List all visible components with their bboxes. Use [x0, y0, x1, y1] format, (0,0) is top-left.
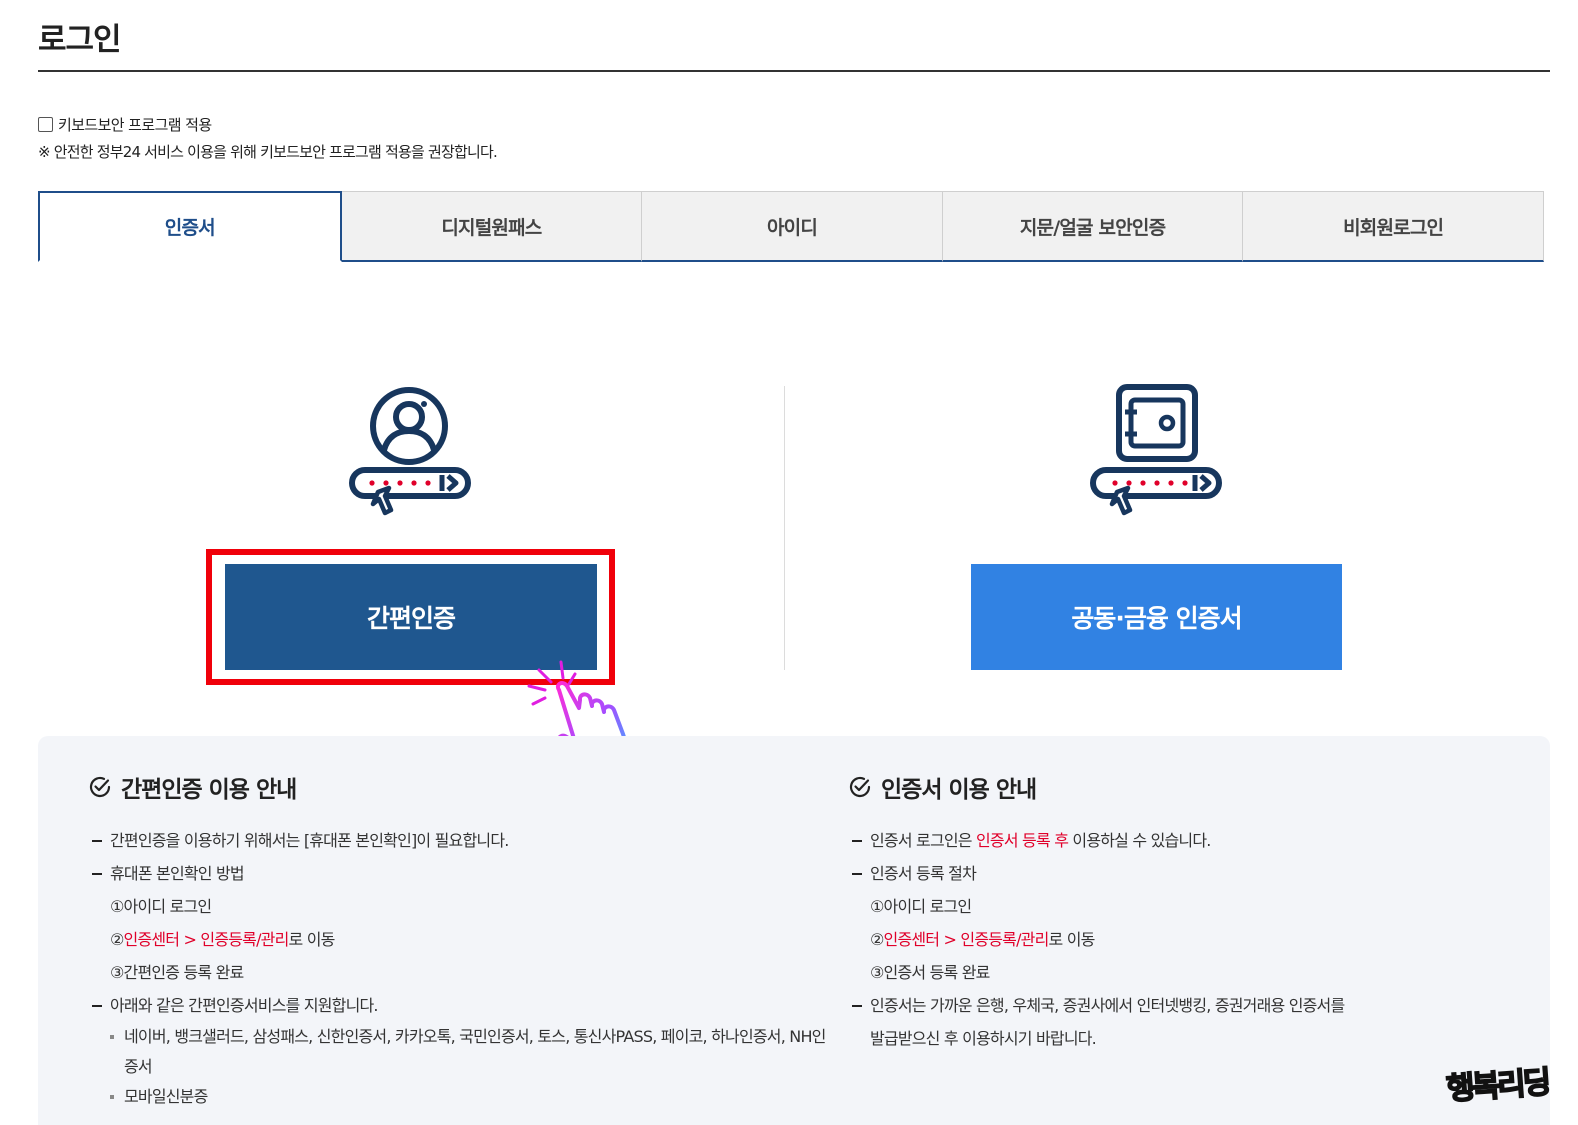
guide-title-text: 인증서 이용 안내	[881, 777, 1037, 803]
list-step: ①아이디 로그인	[870, 897, 972, 916]
list-item: 간편인증을 이용하기 위해서는 [휴대폰 본인확인]이 필요합니다.	[88, 824, 828, 857]
tab-certificate[interactable]: 인증서	[38, 191, 342, 262]
certificate-guide: 인증서 이용 안내 인증서 로그인은 인증서 등록 후 이용하실 수 있습니다.…	[848, 770, 1528, 1055]
certificate-guide-list: 인증서 로그인은 인증서 등록 후 이용하실 수 있습니다. 인증서 등록 절차…	[848, 824, 1528, 1055]
auth-center-link[interactable]: 인증센터 > 인증등록/관리	[884, 930, 1050, 949]
list-item-continued: 발급받으신 후 이용하시기 바랍니다.	[870, 1029, 1097, 1048]
keyboard-security-checkbox[interactable]	[38, 117, 53, 132]
list-bullet: 네이버, 뱅크샐러드, 삼성패스, 신한인증서, 카카오톡, 국민인증서, 토스…	[88, 1022, 828, 1052]
step-suffix: 로 이동	[288, 930, 336, 949]
simple-auth-guide-title: 간편인증 이용 안내	[88, 770, 828, 804]
item-suffix: 이용하실 수 있습니다.	[1068, 831, 1211, 850]
tab-biometric[interactable]: 지문/얼굴 보안인증	[942, 191, 1244, 262]
list-item: 휴대폰 본인확인 방법	[88, 857, 828, 890]
page-title: 로그인	[38, 22, 122, 58]
item-highlight: 인증서 등록 후	[976, 831, 1069, 850]
tab-non-member[interactable]: 비회원로그인	[1243, 191, 1544, 262]
simple-auth-guide: 간편인증 이용 안내 간편인증을 이용하기 위해서는 [휴대폰 본인확인]이 필…	[88, 770, 828, 1112]
login-method-tabs: 인증서 디지털원패스 아이디 지문/얼굴 보안인증 비회원로그인	[38, 191, 1544, 262]
certificate-guide-title: 인증서 이용 안내	[848, 770, 1528, 804]
step-suffix: 로 이동	[1048, 930, 1096, 949]
keyboard-security-option[interactable]: 키보드보안 프로그램 적용	[38, 114, 212, 135]
list-item: 인증서 등록 절차	[848, 857, 1528, 890]
list-step: ②인증센터 > 인증등록/관리로 이동	[848, 923, 1528, 956]
certificate-button[interactable]: 공동·금융 인증서	[971, 564, 1342, 670]
auth-center-link[interactable]: 인증센터 > 인증등록/관리	[124, 930, 290, 949]
keyboard-security-label[interactable]: 키보드보안 프로그램 적용	[58, 114, 212, 135]
tab-digital-onepass[interactable]: 디지털원패스	[341, 191, 643, 262]
list-step: ②인증센터 > 인증등록/관리로 이동	[88, 923, 828, 956]
list-bullet: 모바일신분증	[88, 1082, 828, 1112]
list-step: ③간편인증 등록 완료	[110, 963, 244, 982]
tab-id[interactable]: 아이디	[642, 191, 943, 262]
user-password-icon	[349, 387, 471, 516]
guide-title-text: 간편인증 이용 안내	[121, 777, 297, 803]
safe-password-icon	[1090, 384, 1222, 516]
list-step: ③인증서 등록 완료	[870, 963, 990, 982]
keyboard-security-notice: ※ 안전한 정부24 서비스 이용을 위해 키보드보안 프로그램 적용을 권장합…	[38, 143, 498, 161]
step-number: ②	[110, 930, 124, 949]
list-bullet-continued: 증서	[124, 1057, 153, 1076]
list-item: 인증서는 가까운 은행, 우체국, 증권사에서 인터넷뱅킹, 증권거래용 인증서…	[848, 989, 1528, 1022]
watermark-logo: 행복리딩	[1444, 1064, 1550, 1109]
simple-auth-guide-list: 간편인증을 이용하기 위해서는 [휴대폰 본인확인]이 필요합니다. 휴대폰 본…	[88, 824, 828, 1112]
item-prefix: 인증서 로그인은	[870, 831, 977, 850]
title-divider	[38, 70, 1550, 72]
list-step: ①아이디 로그인	[110, 897, 212, 916]
check-circle-icon	[89, 776, 111, 798]
list-item: 아래와 같은 간편인증서비스를 지원합니다.	[88, 989, 828, 1022]
column-divider	[784, 386, 785, 670]
list-item: 인증서 로그인은 인증서 등록 후 이용하실 수 있습니다.	[848, 824, 1528, 857]
step-number: ②	[870, 930, 884, 949]
check-circle-icon	[849, 776, 871, 798]
